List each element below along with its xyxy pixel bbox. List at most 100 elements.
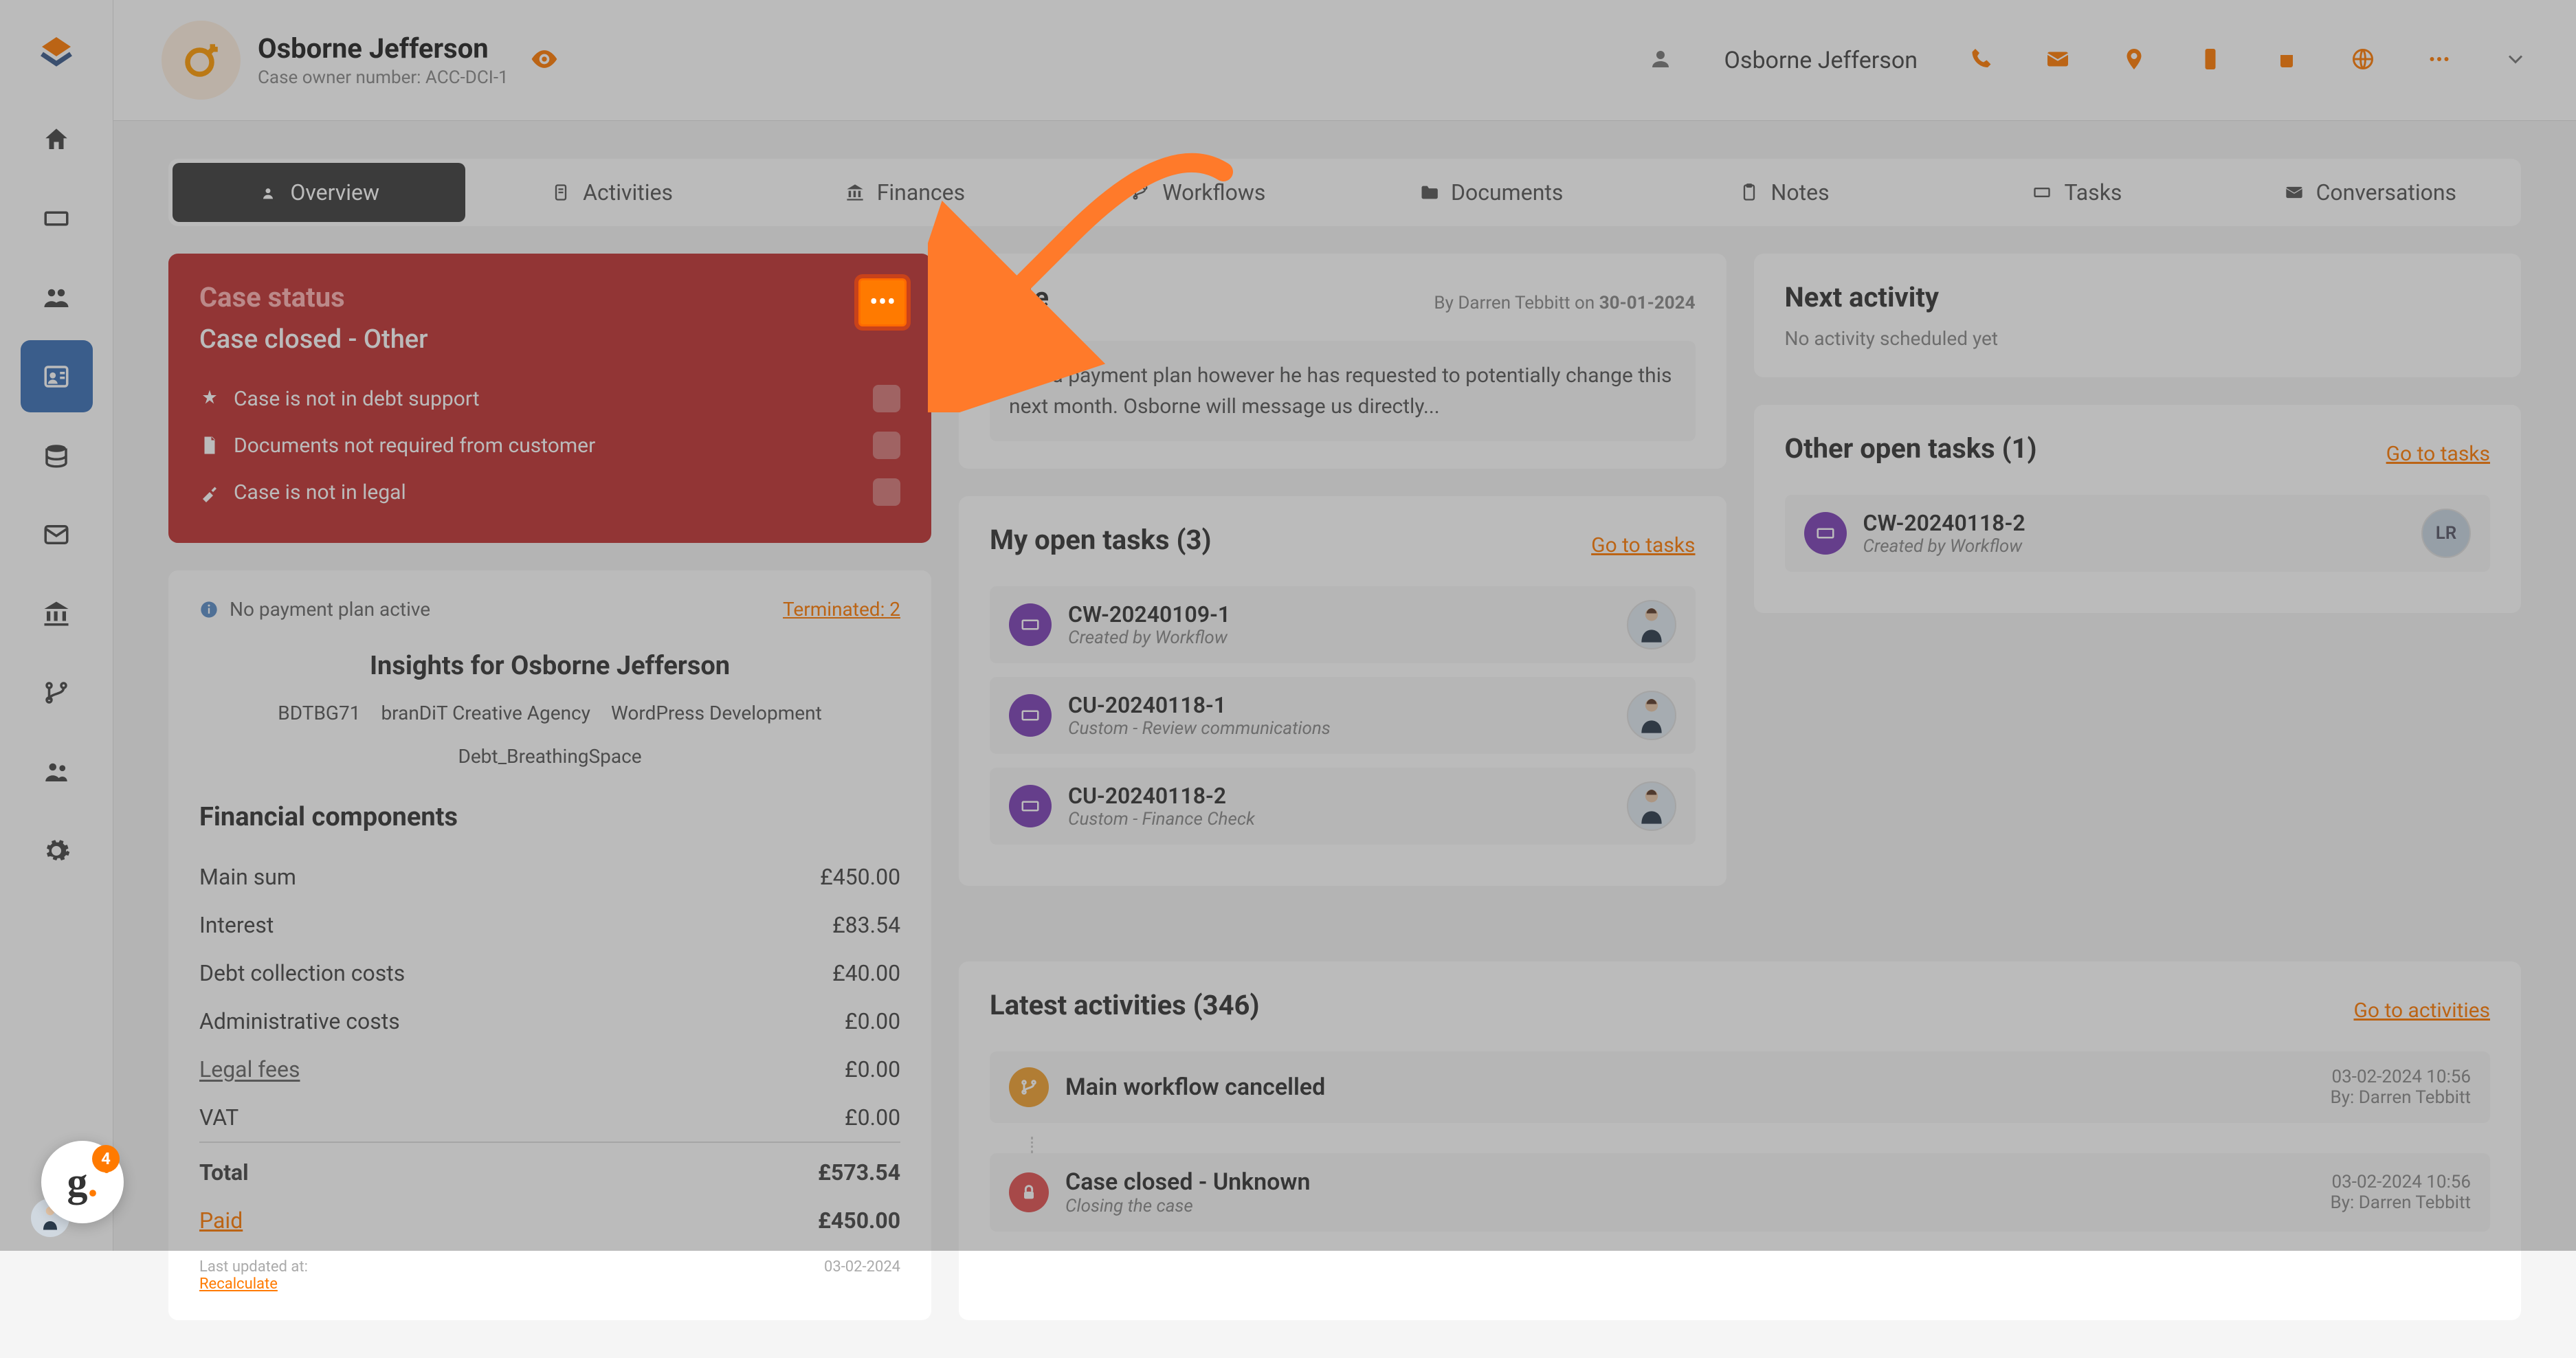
note-byline: By Darren Tebbitt on 30-01-2024 <box>1434 293 1695 313</box>
note-date: 30-01-2024 <box>1599 293 1696 313</box>
financial-title: Financial components <box>199 802 900 832</box>
page-header: Osborne Jefferson Case owner number: ACC… <box>113 0 2576 121</box>
task-item[interactable]: CW-20240109-1Created by Workflow <box>990 586 1695 663</box>
task-assignee-avatar <box>1627 781 1676 831</box>
fin-total-value: £573.54 <box>818 1159 900 1186</box>
activity-time: 03-02-2024 10:56 <box>2331 1172 2472 1192</box>
sidebar-home[interactable] <box>21 103 93 175</box>
help-widget[interactable]: g 4 <box>41 1141 124 1223</box>
task-assignee-initials: LR <box>2421 509 2471 558</box>
task-type-icon <box>1009 603 1052 646</box>
other-tasks-card: Other open tasks (1) Go to tasks CW-2024… <box>1754 405 2521 613</box>
sidebar-people[interactable] <box>21 261 93 333</box>
tab-activities[interactable]: Activities <box>465 163 758 222</box>
sidebar-settings[interactable] <box>21 814 93 887</box>
activity-item[interactable]: Case closed - UnknownClosing the case 03… <box>990 1153 2490 1232</box>
more-icon[interactable] <box>2427 47 2452 74</box>
my-tasks-card: My open tasks (3) Go to tasks CW-2024010… <box>959 496 1726 886</box>
terminated-link[interactable]: Terminated: 2 <box>783 598 900 621</box>
last-updated-label: Last updated at: <box>199 1258 308 1276</box>
fin-value: £0.00 <box>845 1104 900 1131</box>
note-by-prefix: By Darren Tebbitt on <box>1434 293 1595 313</box>
activity-item[interactable]: Main workflow cancelled 03-02-2024 10:56… <box>990 1051 2490 1123</box>
fin-value: £0.00 <box>845 1056 900 1082</box>
fin-label: Main sum <box>199 864 296 890</box>
phone-icon[interactable] <box>1969 47 1994 74</box>
status-checkbox[interactable] <box>873 478 900 506</box>
next-activity-title: Next activity <box>1785 281 2490 313</box>
go-to-tasks-link[interactable]: Go to tasks <box>2386 442 2490 466</box>
tab-documents[interactable]: Documents <box>1345 163 1638 222</box>
activity-time: 03-02-2024 10:56 <box>2331 1067 2472 1087</box>
insights-card: No payment plan active Terminated: 2 Ins… <box>168 570 931 1320</box>
fin-label-legal[interactable]: Legal fees <box>199 1056 300 1082</box>
sidebar-database[interactable] <box>21 419 93 491</box>
sidebar-contact[interactable] <box>21 340 93 412</box>
status-row-legal: Case is not in legal <box>199 469 900 515</box>
go-to-tasks-link[interactable]: Go to tasks <box>1591 533 1695 557</box>
fin-label: Debt collection costs <box>199 960 405 986</box>
sidebar-users[interactable] <box>21 735 93 808</box>
android-icon[interactable] <box>2274 47 2299 74</box>
activities-title: Latest activities (346) <box>990 989 1260 1021</box>
task-subtitle: Created by Workflow <box>1863 536 2025 557</box>
task-item[interactable]: CW-20240118-2Created by Workflow LR <box>1785 495 2490 572</box>
paid-link[interactable]: Paid <box>199 1207 243 1234</box>
case-status-card: ••• Case status Case closed - Other Case… <box>168 254 931 543</box>
tab-conversations-label: Conversations <box>2316 179 2456 205</box>
tag[interactable]: Debt_BreathingSpace <box>458 745 641 768</box>
tab-notes[interactable]: Notes <box>1638 163 1931 222</box>
note-body: Is in a payment plan however he has requ… <box>990 341 1695 441</box>
globe-icon[interactable] <box>2351 47 2375 74</box>
sidebar-case[interactable] <box>21 182 93 254</box>
sidebar-mail[interactable] <box>21 498 93 570</box>
watch-icon[interactable] <box>529 44 559 77</box>
task-id: CW-20240118-2 <box>1863 510 2025 536</box>
task-id: CW-20240109-1 <box>1068 601 1230 627</box>
location-icon[interactable] <box>2122 47 2146 74</box>
tab-tasks[interactable]: Tasks <box>1931 163 2223 222</box>
tag[interactable]: BDTBG71 <box>278 702 360 724</box>
tab-finances-label: Finances <box>877 179 965 205</box>
task-item[interactable]: CU-20240118-1Custom - Review communicati… <box>990 677 1695 754</box>
tab-tasks-label: Tasks <box>2064 179 2122 205</box>
next-activity-empty: No activity scheduled yet <box>1785 327 2490 350</box>
sidebar-branch[interactable] <box>21 656 93 728</box>
lock-icon <box>1009 1172 1049 1212</box>
person-name: Osborne Jefferson <box>258 32 509 65</box>
mobile-icon[interactable] <box>2198 47 2223 74</box>
tag[interactable]: WordPress Development <box>611 702 822 724</box>
fin-label: Interest <box>199 912 274 938</box>
activity-by: By: Darren Tebbitt <box>2331 1087 2472 1108</box>
fin-label: VAT <box>199 1104 238 1131</box>
tag[interactable]: branDiT Creative Agency <box>381 702 590 724</box>
recalculate-link[interactable]: Recalculate <box>199 1276 278 1293</box>
tab-finances[interactable]: Finances <box>759 163 1052 222</box>
case-status-more-button[interactable]: ••• <box>858 278 907 326</box>
status-row-label: Case is not in legal <box>234 480 406 504</box>
task-type-icon <box>1009 785 1052 827</box>
envelope-icon[interactable] <box>2045 47 2070 74</box>
tab-overview-label: Overview <box>290 179 379 205</box>
task-subtitle: Custom - Finance Check <box>1068 809 1255 830</box>
task-item[interactable]: CU-20240118-2Custom - Finance Check <box>990 768 1695 845</box>
fin-value: £450.00 <box>820 864 900 890</box>
header-username: Osborne Jefferson <box>1724 47 1918 74</box>
sidebar-bank[interactable] <box>21 577 93 649</box>
status-checkbox[interactable] <box>873 385 900 412</box>
case-status-title: Case status <box>199 281 900 313</box>
app-logo <box>32 27 80 76</box>
status-checkbox[interactable] <box>873 432 900 459</box>
tab-conversations[interactable]: Conversations <box>2224 163 2517 222</box>
tab-overview[interactable]: Overview <box>173 163 465 222</box>
tab-workflows[interactable]: Workflows <box>1052 163 1344 222</box>
user-icon <box>1648 47 1673 74</box>
task-assignee-avatar <box>1627 600 1676 649</box>
task-id: CU-20240118-2 <box>1068 783 1255 809</box>
my-tasks-title: My open tasks (3) <box>990 524 1211 556</box>
status-row-label: Documents not required from customer <box>234 434 595 458</box>
status-row-docs: Documents not required from customer <box>199 422 900 469</box>
fin-value: £83.54 <box>832 912 900 938</box>
go-to-activities-link[interactable]: Go to activities <box>2353 999 2490 1023</box>
chevron-down-icon[interactable] <box>2503 47 2528 74</box>
